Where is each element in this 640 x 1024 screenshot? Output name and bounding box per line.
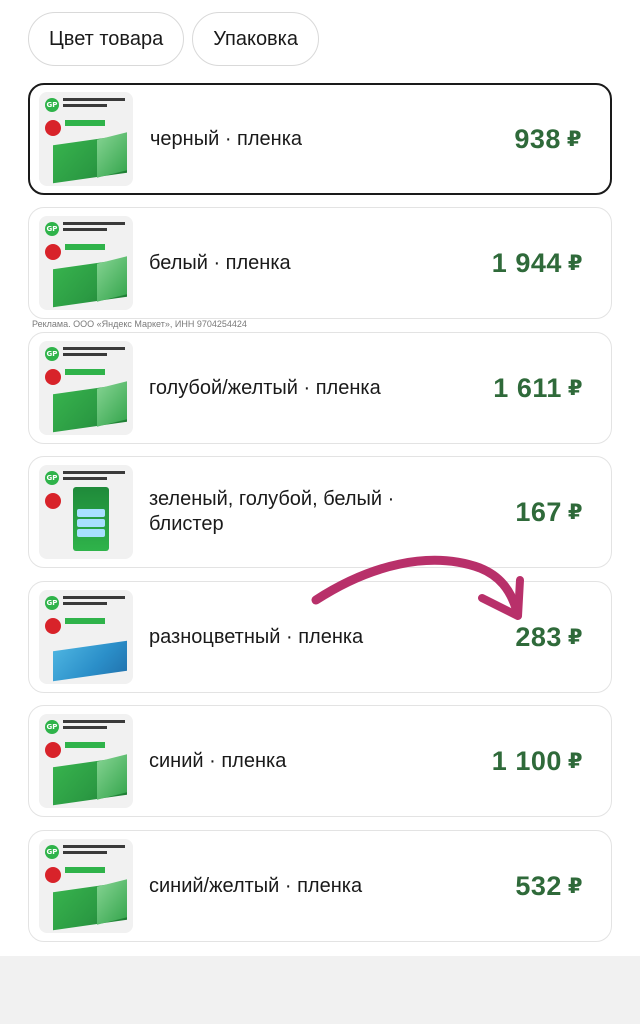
filter-chip-color[interactable]: Цвет товара [28,12,185,66]
variant-price: 1 944 ₽ [491,247,583,278]
variant-price: 283 ₽ [515,621,583,652]
variant-card-4[interactable]: GP разноцветный · пленка 283 ₽ [28,581,612,693]
variant-card-2[interactable]: GP голубой/желтый · пленка 1 611 ₽ [28,332,612,444]
variant-price: 167 ₽ [515,496,583,527]
variant-label: черный · пленка [150,127,303,150]
bottom-bar [0,956,640,1024]
variant-card-0[interactable]: GP черный · пленка 938 ₽ [28,83,612,195]
variant-label: зеленый, голубой, белый · блистер [149,488,395,535]
filter-chips: Цвет товара Упаковка [28,12,319,66]
battery-box-10-icon: GP [39,590,133,684]
variant-price: 938 ₽ [514,123,582,154]
variant-label: разноцветный · пленка [149,625,364,648]
variant-price: 532 ₽ [515,870,583,901]
battery-box-30-icon: GP [39,92,133,186]
variant-label: голубой/желтый · пленка [149,376,381,399]
variant-price: 1 100 ₽ [491,745,583,776]
variant-label: белый · пленка [149,251,291,274]
battery-box-20-icon: GP [39,839,133,933]
battery-box-40-icon: GP [39,714,133,808]
filter-chip-packaging[interactable]: Упаковка [192,12,319,66]
variant-price: 1 611 ₽ [493,372,583,403]
variant-card-5[interactable]: GP синий · пленка 1 100 ₽ [28,705,612,817]
battery-box-80-icon: GP [39,216,133,310]
battery-box-60-icon: GP [39,341,133,435]
battery-blister-4-icon: GP [39,465,133,559]
variant-card-6[interactable]: GP синий/желтый · пленка 532 ₽ [28,830,612,942]
variant-card-1[interactable]: GP белый · пленка 1 944 ₽ [28,207,612,319]
variant-label: синий · пленка [149,749,287,772]
ad-disclaimer: Реклама. ООО «Яндекс Маркет», ИНН 970425… [32,319,247,329]
variant-card-3[interactable]: GP зеленый, голубой, белый · блистер 167… [28,456,612,568]
variant-label: синий/желтый · пленка [149,874,363,897]
